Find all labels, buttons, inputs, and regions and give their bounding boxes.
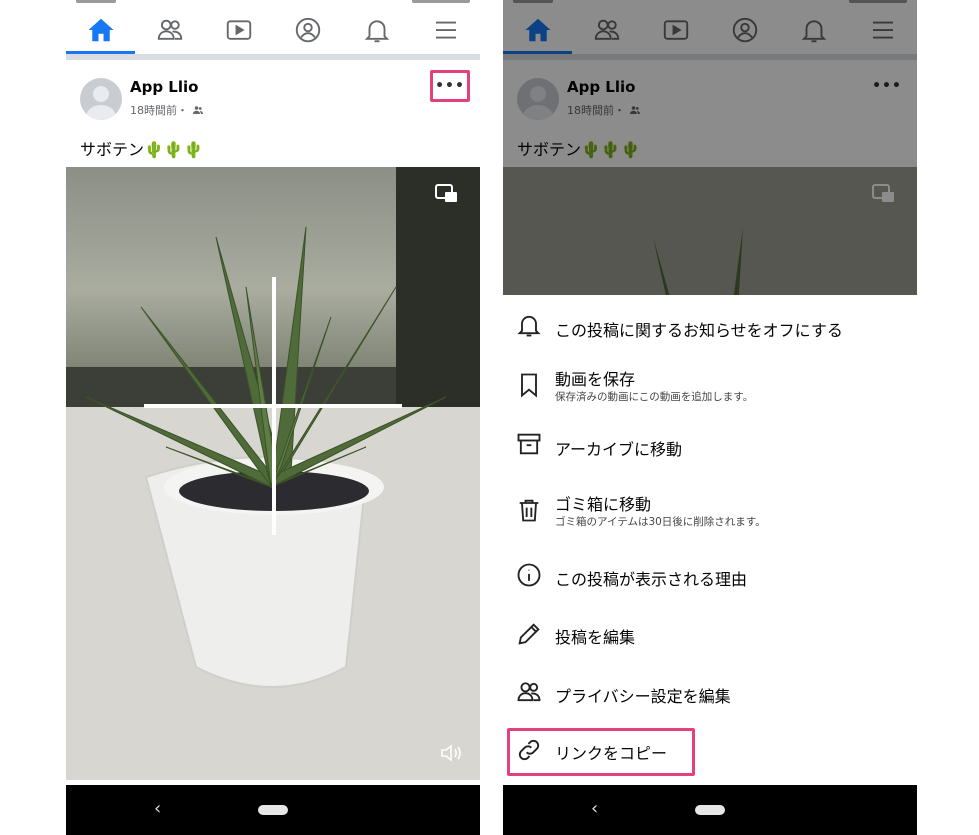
- volume-icon[interactable]: [438, 742, 464, 764]
- menu-sublabel: 保存済みの動画にこの動画を追加します。: [555, 391, 754, 403]
- bell-icon: [517, 315, 541, 337]
- post-options-sheet: この投稿に関するお知らせをオフにする 動画を保存 保存済みの動画にこの動画を追加…: [503, 295, 917, 785]
- home-button[interactable]: [258, 805, 288, 815]
- menu-label: 投稿を編集: [555, 628, 636, 647]
- watch-icon: [226, 20, 251, 40]
- back-button[interactable]: ‹: [154, 798, 161, 819]
- post-time: 18時間前・: [130, 104, 188, 117]
- menu-item-move-to-trash[interactable]: ゴミ箱に移動 ゴミ箱のアイテムは30日後に削除されます。: [503, 482, 917, 538]
- dim-overlay[interactable]: [503, 0, 917, 295]
- menu-label: 動画を保存: [555, 370, 636, 389]
- menu-label: この投稿が表示される理由: [555, 570, 748, 589]
- tab-watch[interactable]: [204, 6, 273, 54]
- menu-item-save-video[interactable]: 動画を保存 保存済みの動画にこの動画を追加します。: [503, 355, 917, 411]
- pencil-icon: [518, 623, 540, 645]
- friends-audience-icon: [193, 106, 203, 114]
- post-caption: サボテン🌵🌵🌵: [80, 140, 204, 159]
- info-icon: [517, 563, 541, 587]
- tab-profile[interactable]: [273, 6, 342, 54]
- picture-in-picture-icon[interactable]: [434, 183, 460, 205]
- menu-label: ゴミ箱に移動: [555, 495, 652, 514]
- left-screen: App Llio 18時間前・ ••• サボテン🌵🌵🌵 ‹: [66, 0, 480, 835]
- menu-item-archive[interactable]: アーカイブに移動: [503, 418, 917, 474]
- tab-home[interactable]: [66, 6, 135, 54]
- highlight-copy-link: [507, 728, 695, 776]
- menu-item-edit-privacy[interactable]: プライバシー設定を編集: [503, 664, 917, 720]
- menu-item-edit-post[interactable]: 投稿を編集: [503, 606, 917, 662]
- bell-icon: [364, 20, 389, 43]
- menu-item-turn-off-notifications[interactable]: この投稿に関するお知らせをオフにする: [503, 297, 917, 353]
- hamburger-icon: [435, 21, 456, 39]
- menu-label: プライバシー設定を編集: [555, 687, 731, 706]
- more-icon: •••: [435, 78, 465, 94]
- menu-label: この投稿に関するお知らせをオフにする: [555, 321, 843, 340]
- post-video[interactable]: [66, 167, 480, 780]
- tab-friends[interactable]: [135, 6, 204, 54]
- menu-label: アーカイブに移動: [555, 440, 683, 459]
- right-screen: App Llio 18時間前・ ••• サボテン🌵🌵🌵 この投稿に関するお知らせ…: [503, 0, 917, 835]
- friends-icon: [157, 19, 182, 40]
- profile-icon: [295, 17, 320, 43]
- crosshair-vertical: [272, 277, 276, 535]
- avatar[interactable]: [80, 78, 122, 120]
- post-header: App Llio 18時間前・ •••: [66, 60, 480, 132]
- tab-notifications[interactable]: [342, 6, 411, 54]
- bookmark-icon: [521, 373, 537, 398]
- post-meta: 18時間前・: [130, 102, 204, 118]
- post-author[interactable]: App Llio: [130, 78, 198, 96]
- menu-item-why-am-i-seeing[interactable]: この投稿が表示される理由: [503, 547, 917, 603]
- menu-sublabel: ゴミ箱のアイテムは30日後に削除されます。: [555, 516, 766, 528]
- system-navigation-bar: ‹: [66, 785, 480, 835]
- top-navigation: [66, 6, 480, 60]
- tab-menu[interactable]: [411, 6, 480, 54]
- home-icon: [88, 18, 113, 42]
- trash-icon: [519, 499, 539, 522]
- people-icon: [517, 682, 541, 702]
- home-button[interactable]: [695, 805, 725, 815]
- back-button[interactable]: ‹: [591, 798, 598, 819]
- more-options-button[interactable]: •••: [430, 70, 470, 102]
- archive-icon: [517, 433, 541, 455]
- system-navigation-bar: ‹: [503, 785, 917, 835]
